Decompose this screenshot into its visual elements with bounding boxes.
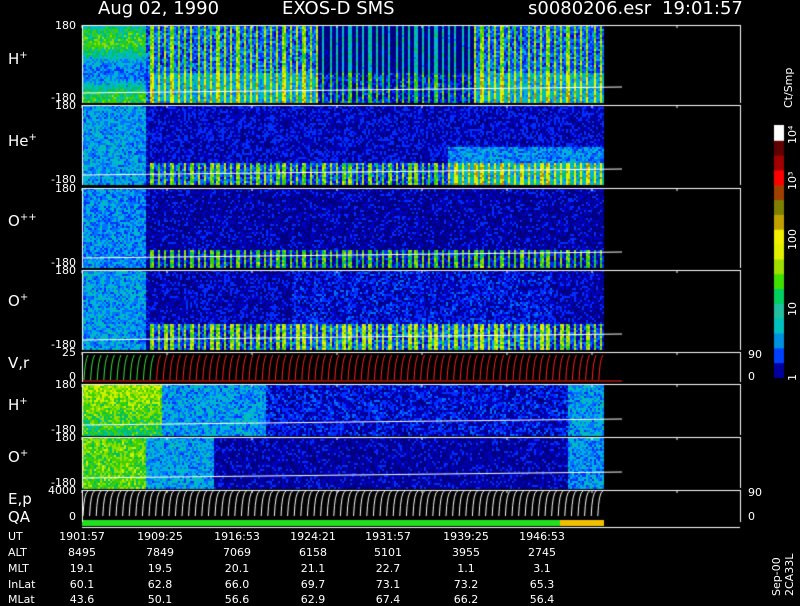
y-tick-top: 180 [55, 264, 76, 277]
panel-label-1: He+ [8, 132, 37, 150]
y-tick-top: 180 [55, 431, 76, 444]
panel-label-4: V,r [8, 354, 30, 372]
footer-value: 66.0 [224, 578, 250, 591]
header-instrument: EXOS-D SMS [282, 0, 395, 19]
footer-value: 1924:21 [290, 530, 336, 543]
panel-label-qa: QA [8, 508, 31, 526]
footer-value: 6158 [299, 546, 327, 559]
panel-label-0: H+ [8, 50, 28, 68]
footer-value: 65.3 [529, 578, 555, 591]
right-tick-bottom: 0 [748, 370, 755, 383]
spectrogram-canvas [0, 0, 800, 600]
footer-value: 2745 [528, 546, 556, 559]
panel-label-3: O+ [8, 292, 29, 310]
header-time: 19:01:57 [662, 0, 743, 19]
footer-value: 1916:53 [214, 530, 260, 543]
y-tick-top: 25 [62, 346, 76, 359]
header-file: s0080206.esr [528, 0, 652, 19]
colorbar-tick: 10⁴ [786, 125, 799, 144]
panel-label-7: E,p [8, 490, 32, 508]
footer-value: 7069 [223, 546, 251, 559]
footer-value: 1901:57 [59, 530, 105, 543]
footer-value: 19.1 [69, 562, 95, 575]
colorbar-title: Ct/Smp [782, 67, 795, 108]
y-tick-top: 180 [55, 182, 76, 195]
right-tick-bottom: 0 [748, 510, 755, 523]
colorbar-tick: 100 [786, 229, 799, 250]
side-note: Sep-00 2CA33L [770, 553, 796, 596]
footer-label: UT [8, 530, 23, 543]
footer-value: 20.1 [224, 562, 250, 575]
colorbar-tick: 10³ [786, 171, 799, 190]
colorbar-tick: 10 [786, 302, 799, 316]
footer-value: 1909:25 [137, 530, 183, 543]
footer-value: 69.7 [300, 578, 326, 591]
panel-label-6: O+ [8, 448, 29, 466]
footer-value: 21.1 [300, 562, 326, 575]
footer-value: 3.1 [533, 562, 551, 575]
footer-label: MLT [8, 562, 29, 575]
footer-value: 60.1 [69, 578, 95, 591]
footer-label: InLat [8, 578, 36, 591]
footer-value: 1946:53 [519, 530, 565, 543]
y-tick-top: 4000 [48, 484, 76, 497]
footer-value: 1931:57 [365, 530, 411, 543]
footer-value: 19.5 [147, 562, 173, 575]
right-tick-top: 90 [748, 348, 762, 361]
right-tick-top: 90 [748, 486, 762, 499]
footer-value: 7849 [146, 546, 174, 559]
colorbar-tick: 1 [786, 374, 799, 381]
header-date: Aug 02, 1990 [98, 0, 220, 19]
y-tick-top: 180 [55, 99, 76, 112]
footer-label: ALT [8, 546, 27, 559]
footer-value: 22.7 [375, 562, 401, 575]
footer-value: 8495 [68, 546, 96, 559]
panel-label-5: H+ [8, 396, 28, 414]
footer-value: 1939:25 [443, 530, 489, 543]
y-tick-bottom: 0 [69, 510, 76, 523]
footer-value: 3955 [452, 546, 480, 559]
y-tick-top: 180 [55, 378, 76, 391]
footer-value: 73.2 [453, 578, 479, 591]
footer-value: 62.8 [147, 578, 173, 591]
footer-value: 73.1 [375, 578, 401, 591]
panel-label-2: O++ [8, 212, 37, 230]
footer-value: 1.1 [457, 562, 475, 575]
y-tick-top: 180 [55, 19, 76, 32]
footer-value: 5101 [374, 546, 402, 559]
